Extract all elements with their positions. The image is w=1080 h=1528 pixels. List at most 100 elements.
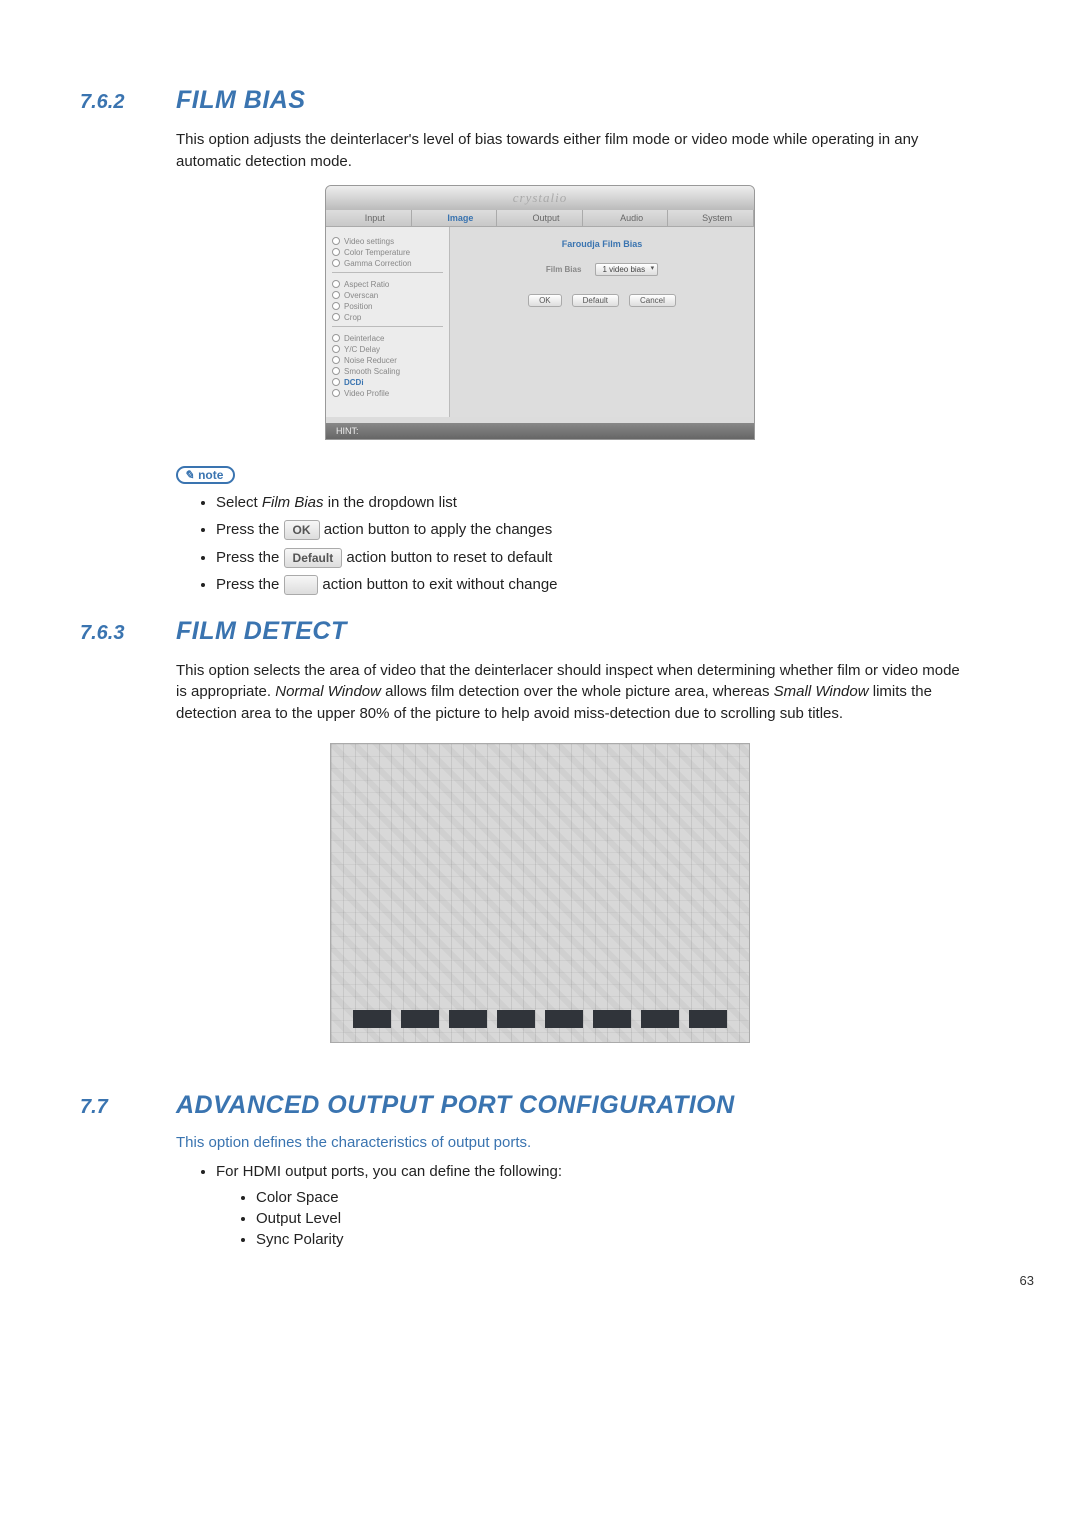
- image-icon: [434, 213, 444, 221]
- sidebar-item-label: Position: [344, 302, 372, 311]
- hdmi-list: For HDMI output ports, you can define th…: [216, 1161, 960, 1184]
- default-inline-button: Default: [284, 548, 343, 568]
- page-number: 63: [1020, 1273, 1034, 1288]
- sidebar-group-1: Video settings Color Temperature Gamma C…: [332, 233, 443, 273]
- sidebar-item-label: Video settings: [344, 237, 394, 246]
- tab-label: Output: [532, 213, 559, 223]
- tab-output[interactable]: Output: [497, 210, 583, 226]
- film-bias-row: Film Bias 1 video bias: [460, 263, 744, 276]
- section-number: 7.6.3: [80, 622, 154, 645]
- section-heading-762: 7.6.2 FILM BIAS: [80, 86, 1000, 115]
- sidebar-item-label: Noise Reducer: [344, 356, 397, 365]
- body-paragraph-762: This option adjusts the deinterlacer's l…: [176, 129, 960, 173]
- sidebar-item-label: Y/C Delay: [344, 345, 380, 354]
- sidebar-item-label: Overscan: [344, 291, 378, 300]
- audio-icon: [607, 213, 617, 221]
- system-icon: [689, 213, 699, 221]
- tab-input[interactable]: Input: [326, 210, 412, 226]
- radio-icon: [332, 237, 340, 245]
- sidebar-item-overscan[interactable]: Overscan: [332, 290, 443, 301]
- section-title: ADVANCED OUTPUT PORT CONFIGURATION: [176, 1091, 735, 1120]
- hdmi-sub-item: Color Space: [256, 1189, 1000, 1206]
- embedded-ui-screenshot: crystalio Input Image Output Audio Syste…: [80, 185, 1000, 440]
- panel-title: Faroudja Film Bias: [460, 239, 744, 249]
- radio-icon: [332, 345, 340, 353]
- pencil-icon: ✎: [184, 468, 194, 482]
- output-icon: [519, 213, 529, 221]
- sidebar-item-label: Crop: [344, 313, 361, 322]
- sidebar-item-yc-delay[interactable]: Y/C Delay: [332, 344, 443, 355]
- default-button[interactable]: Default: [572, 294, 619, 307]
- film-bias-select[interactable]: 1 video bias: [595, 263, 658, 276]
- sidebar-item-label: Smooth Scaling: [344, 367, 400, 376]
- ok-button[interactable]: OK: [528, 294, 562, 307]
- settings-sidebar: Video settings Color Temperature Gamma C…: [326, 227, 450, 417]
- section-77-subtitle: This option defines the characteristics …: [176, 1134, 960, 1151]
- radio-icon: [332, 378, 340, 386]
- app-window: crystalio Input Image Output Audio Syste…: [325, 185, 755, 440]
- main-tabs: Input Image Output Audio System: [326, 210, 754, 227]
- ok-inline-button: OK: [284, 520, 320, 540]
- section-title: FILM DETECT: [176, 617, 347, 646]
- input-icon: [352, 213, 362, 221]
- sidebar-item-dcdi[interactable]: DCDi: [332, 377, 443, 388]
- sidebar-group-2: Aspect Ratio Overscan Position Crop: [332, 276, 443, 327]
- blank-inline-button: [284, 575, 319, 595]
- note-bullet: Select Film Bias in the dropdown list: [216, 492, 960, 515]
- hdmi-sub-item: Output Level: [256, 1210, 1000, 1227]
- tab-system[interactable]: System: [668, 210, 754, 226]
- sidebar-item-video-profile[interactable]: Video Profile: [332, 388, 443, 399]
- radio-icon: [332, 356, 340, 364]
- hdmi-sub-item: Sync Polarity: [256, 1231, 1000, 1248]
- hdmi-sublist: Color Space Output Level Sync Polarity: [256, 1189, 1000, 1248]
- section-heading-77: 7.7 ADVANCED OUTPUT PORT CONFIGURATION: [80, 1091, 1000, 1120]
- app-brand: crystalio: [326, 186, 754, 210]
- sidebar-item-position[interactable]: Position: [332, 301, 443, 312]
- section-title: FILM BIAS: [176, 86, 306, 115]
- radio-icon: [332, 389, 340, 397]
- sidebar-item-gamma-correction[interactable]: Gamma Correction: [332, 258, 443, 269]
- note-bullet: Press the OK action button to apply the …: [216, 519, 960, 542]
- radio-icon: [332, 291, 340, 299]
- sidebar-group-3: Deinterlace Y/C Delay Noise Reducer Smoo…: [332, 330, 443, 402]
- adjust-pixel-image: [330, 743, 750, 1043]
- cancel-button[interactable]: Cancel: [629, 294, 676, 307]
- hdmi-lead: For HDMI output ports, you can define th…: [216, 1161, 960, 1184]
- tab-image[interactable]: Image: [412, 210, 498, 226]
- note-bullet: Press the action button to exit without …: [216, 574, 960, 597]
- sidebar-item-crop[interactable]: Crop: [332, 312, 443, 323]
- radio-icon: [332, 367, 340, 375]
- sidebar-item-aspect-ratio[interactable]: Aspect Ratio: [332, 279, 443, 290]
- tab-label: Audio: [620, 213, 643, 223]
- sidebar-item-label: Deinterlace: [344, 334, 384, 343]
- tab-audio[interactable]: Audio: [583, 210, 669, 226]
- section-number: 7.6.2: [80, 91, 154, 114]
- sidebar-item-deinterlace[interactable]: Deinterlace: [332, 333, 443, 344]
- radio-icon: [332, 334, 340, 342]
- tab-label: System: [702, 213, 732, 223]
- radio-icon: [332, 313, 340, 321]
- body-paragraph-763: This option selects the area of video th…: [176, 660, 960, 725]
- app-main: Video settings Color Temperature Gamma C…: [326, 227, 754, 417]
- radio-icon: [332, 302, 340, 310]
- hint-bar: HINT:: [326, 423, 754, 439]
- sidebar-item-color-temperature[interactable]: Color Temperature: [332, 247, 443, 258]
- settings-panel: Faroudja Film Bias Film Bias 1 video bia…: [450, 227, 754, 417]
- sidebar-item-noise-reducer[interactable]: Noise Reducer: [332, 355, 443, 366]
- sidebar-item-smooth-scaling[interactable]: Smooth Scaling: [332, 366, 443, 377]
- panel-buttons: OK Default Cancel: [460, 294, 744, 307]
- tab-label: Image: [447, 213, 473, 223]
- note-badge: ✎note: [176, 466, 235, 484]
- pixel-noise: [331, 744, 749, 1042]
- sidebar-item-video-settings[interactable]: Video settings: [332, 236, 443, 247]
- sidebar-item-label: Video Profile: [344, 389, 389, 398]
- radio-icon: [332, 259, 340, 267]
- radio-icon: [332, 248, 340, 256]
- radio-icon: [332, 280, 340, 288]
- note-bullet: Press the Default action button to reset…: [216, 547, 960, 570]
- note-bullet-list: Select Film Bias in the dropdown list Pr…: [216, 492, 960, 597]
- section-heading-763: 7.6.3 FILM DETECT: [80, 617, 1000, 646]
- adjust-image-wrap: [80, 737, 1000, 1073]
- section-number: 7.7: [80, 1096, 154, 1119]
- sidebar-item-label: Color Temperature: [344, 248, 410, 257]
